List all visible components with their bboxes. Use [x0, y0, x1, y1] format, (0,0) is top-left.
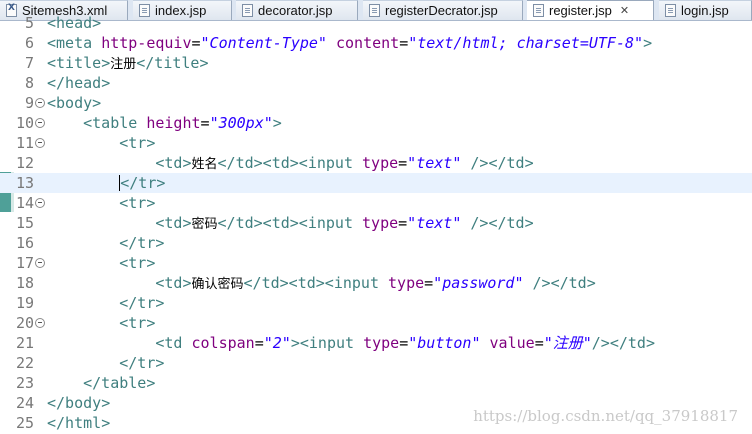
- fold-toggle-icon[interactable]: [35, 118, 45, 128]
- code-line[interactable]: 13 </tr>: [0, 173, 752, 193]
- code-line[interactable]: 6 <meta http-equiv="Content-Type" content…: [0, 33, 752, 53]
- line-number: 18: [15, 274, 34, 292]
- code-text[interactable]: <table height="300px">: [47, 113, 282, 133]
- code-line[interactable]: 22 </tr>: [0, 353, 752, 373]
- code-line[interactable]: 20 <tr>: [0, 313, 752, 333]
- line-number: 5: [24, 14, 34, 32]
- code-text[interactable]: <tr>: [47, 253, 155, 273]
- code-text[interactable]: <title>注册</title>: [47, 53, 208, 75]
- line-number: 16: [15, 234, 34, 252]
- code-line[interactable]: 23 </table>: [0, 373, 752, 393]
- line-number: 11: [15, 134, 34, 152]
- code-line[interactable]: 9 <body>: [0, 93, 752, 113]
- code-line[interactable]: 21 <td colspan="2"><input type="button" …: [0, 333, 752, 353]
- code-text[interactable]: </tr>: [47, 293, 164, 313]
- code-line[interactable]: 18 <td>确认密码</td><td><input type="passwor…: [0, 273, 752, 293]
- code-text[interactable]: <td colspan="2"><input type="button" val…: [47, 333, 655, 353]
- code-text[interactable]: <td>姓名</td><td><input type="text" /></td…: [47, 153, 533, 175]
- code-line[interactable]: 19 </tr>: [0, 293, 752, 313]
- line-number: 21: [15, 334, 34, 352]
- code-text[interactable]: </tr>: [47, 353, 164, 373]
- code-text[interactable]: <tr>: [47, 193, 155, 213]
- fold-toggle-icon[interactable]: [35, 318, 45, 328]
- code-text[interactable]: </table>: [47, 373, 155, 393]
- code-editor[interactable]: 5 <head> 6 <meta http-equiv="Content-Type" …: [0, 14, 752, 434]
- code-line[interactable]: 16 </tr>: [0, 233, 752, 253]
- code-text[interactable]: </html>: [47, 413, 110, 433]
- code-line[interactable]: 17 <tr>: [0, 253, 752, 273]
- code-text[interactable]: </body>: [47, 393, 110, 413]
- line-number: 17: [15, 254, 34, 272]
- code-text[interactable]: <td>确认密码</td><td><input type="password" …: [47, 273, 595, 295]
- line-number: 13: [15, 174, 34, 192]
- fold-toggle-icon[interactable]: [35, 138, 45, 148]
- line-number: 9: [24, 94, 34, 112]
- code-line[interactable]: 11 <tr>: [0, 133, 752, 153]
- watermark: https://blog.csdn.net/qq_37918817: [473, 407, 738, 425]
- fold-toggle-icon[interactable]: [35, 198, 45, 208]
- line-number: 22: [15, 354, 34, 372]
- line-number: 24: [15, 394, 34, 412]
- line-number: 15: [15, 214, 34, 232]
- fold-toggle-icon[interactable]: [35, 98, 45, 108]
- code-text[interactable]: </head>: [47, 73, 110, 93]
- line-number: 19: [15, 294, 34, 312]
- line-number: 8: [24, 74, 34, 92]
- code-text[interactable]: <tr>: [47, 313, 155, 333]
- line-number: 7: [24, 54, 34, 72]
- code-line[interactable]: 14 <tr>: [0, 193, 752, 213]
- line-number: 23: [15, 374, 34, 392]
- code-text[interactable]: <body>: [47, 93, 101, 113]
- code-text[interactable]: </tr>: [47, 233, 164, 253]
- code-line[interactable]: 5 <head>: [0, 13, 752, 33]
- code-line[interactable]: 12 <td>姓名</td><td><input type="text" /><…: [0, 153, 752, 173]
- code-line[interactable]: 7 <title>注册</title>: [0, 53, 752, 73]
- code-text[interactable]: <tr>: [47, 133, 155, 153]
- line-number: 25: [15, 414, 34, 432]
- code-text[interactable]: <td>密码</td><td><input type="text" /></td…: [47, 213, 533, 235]
- code-text[interactable]: <meta http-equiv="Content-Type" content=…: [47, 33, 652, 53]
- line-number: 12: [15, 154, 34, 172]
- code-line[interactable]: 8 </head>: [0, 73, 752, 93]
- fold-toggle-icon[interactable]: [35, 258, 45, 268]
- line-number: 20: [15, 314, 34, 332]
- code-text[interactable]: </tr>: [47, 173, 165, 193]
- code-line[interactable]: 15 <td>密码</td><td><input type="text" /><…: [0, 213, 752, 233]
- line-number: 6: [24, 34, 34, 52]
- line-number: 14: [15, 194, 34, 212]
- code-text[interactable]: <head>: [47, 13, 101, 33]
- line-number: 10: [15, 114, 34, 132]
- code-line[interactable]: 10 <table height="300px">: [0, 113, 752, 133]
